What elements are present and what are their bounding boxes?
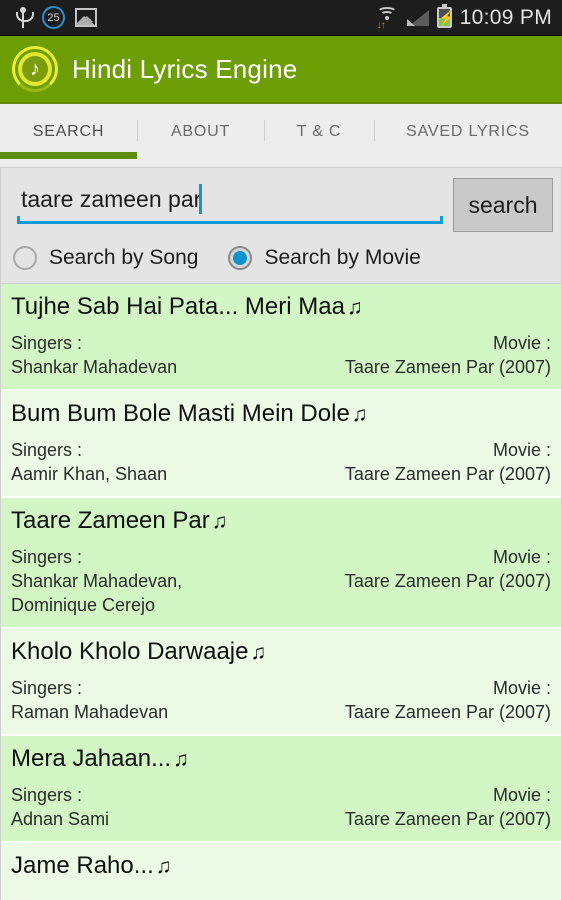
- search-input-underline: [17, 216, 443, 224]
- song-title-text: Jame Raho...: [11, 852, 154, 879]
- radio-song-label: Search by Song: [49, 245, 199, 269]
- app-header: ♪ Hindi Lyrics Engine: [0, 36, 562, 104]
- music-note-icon: ♫: [250, 641, 267, 664]
- tab-saved-lyrics[interactable]: SAVED LYRICS: [374, 104, 562, 167]
- music-note-icon: ♫: [351, 403, 368, 426]
- movie-value: Taare Zameen Par (2007): [344, 702, 551, 722]
- image-icon: [75, 8, 97, 27]
- singers-label: Singers :: [11, 678, 83, 698]
- search-input[interactable]: [13, 180, 443, 221]
- result-meta: Singers : Adnan Sami Movie : Taare Zamee…: [11, 783, 551, 831]
- movie-block: Movie : Taare Zameen Par (2007): [345, 438, 551, 486]
- list-item[interactable]: Taare Zameen Par♫ Singers : Shankar Maha…: [1, 498, 561, 629]
- notification-count-badge: 25: [42, 6, 65, 29]
- radio-search-by-movie[interactable]: Search by Movie: [228, 245, 421, 270]
- tab-terms-conditions[interactable]: T & C: [264, 104, 374, 167]
- song-title-text: Tujhe Sab Hai Pata... Meri Maa: [11, 293, 345, 320]
- charging-bolt-icon: ⚡: [438, 10, 455, 25]
- status-bar-left: 25: [14, 6, 97, 29]
- radio-movie-label: Search by Movie: [264, 245, 421, 269]
- singers-value: Raman Mahadevan: [11, 702, 169, 722]
- singers-block: Singers : Shankar Mahadevan, Dominique C…: [11, 545, 182, 617]
- wifi-icon: ↓↑: [375, 6, 399, 31]
- movie-block: Movie : Taare Zameen Par (2007): [345, 783, 551, 831]
- singers-block: Singers : Aamir Khan, Shaan: [11, 438, 167, 486]
- list-item[interactable]: Jame Raho...♫: [1, 843, 561, 900]
- singers-value: Aamir Khan, Shaan: [11, 464, 168, 484]
- list-item[interactable]: Mera Jahaan...♫ Singers : Adnan Sami Mov…: [1, 736, 561, 843]
- movie-value: Taare Zameen Par (2007): [344, 357, 551, 377]
- movie-value: Taare Zameen Par (2007): [344, 809, 551, 829]
- song-title-text: Mera Jahaan...: [11, 745, 172, 772]
- result-meta: Singers : Raman Mahadevan Movie : Taare …: [11, 676, 551, 724]
- music-note-icon: ♫: [346, 296, 363, 319]
- music-note-logo-icon: ♪: [12, 46, 58, 92]
- song-title-text: Bum Bum Bole Masti Mein Dole: [11, 400, 350, 427]
- song-title-text: Taare Zameen Par: [11, 507, 210, 534]
- list-item[interactable]: Kholo Kholo Darwaaje♫ Singers : Raman Ma…: [1, 629, 561, 736]
- singers-label: Singers :: [11, 440, 83, 460]
- search-row: search: [9, 176, 553, 232]
- singers-value-line2: Dominique Cerejo: [11, 595, 156, 615]
- radio-movie-indicator[interactable]: [228, 245, 253, 270]
- movie-label: Movie :: [492, 440, 551, 460]
- singers-block: Singers : Raman Mahadevan: [11, 676, 168, 724]
- singers-block: Singers : Adnan Sami: [11, 783, 109, 831]
- song-title: Tujhe Sab Hai Pata... Meri Maa♫: [11, 292, 551, 323]
- search-results-list: Tujhe Sab Hai Pata... Meri Maa♫ Singers …: [0, 284, 562, 900]
- movie-value: Taare Zameen Par (2007): [344, 464, 551, 484]
- text-caret: [199, 184, 202, 214]
- movie-label: Movie :: [492, 547, 551, 567]
- list-item[interactable]: Tujhe Sab Hai Pata... Meri Maa♫ Singers …: [1, 284, 561, 391]
- singers-label: Singers :: [11, 333, 83, 353]
- app-title: Hindi Lyrics Engine: [72, 53, 298, 84]
- movie-label: Movie :: [492, 785, 551, 805]
- song-title: Bum Bum Bole Masti Mein Dole♫: [11, 399, 551, 430]
- singers-value: Shankar Mahadevan: [11, 357, 178, 377]
- radio-search-by-song[interactable]: Search by Song: [13, 245, 199, 270]
- usb-icon: [14, 6, 34, 29]
- music-note-icon: ♫: [211, 510, 228, 533]
- song-title: Taare Zameen Par♫: [11, 506, 551, 537]
- music-note-icon: ♫: [155, 855, 172, 878]
- singers-block: Singers : Shankar Mahadevan: [11, 331, 177, 379]
- singers-label: Singers :: [11, 785, 83, 805]
- status-bar-clock: 10:09 PM: [459, 5, 552, 29]
- tab-bar: SEARCH ABOUT T & C SAVED LYRICS: [0, 104, 562, 168]
- active-tab-indicator: [0, 152, 137, 159]
- signal-bars-icon: [406, 9, 429, 26]
- movie-label: Movie :: [492, 678, 551, 698]
- radio-song-indicator[interactable]: [13, 245, 37, 270]
- song-title: Kholo Kholo Darwaaje♫: [11, 637, 551, 668]
- search-panel: search: [0, 168, 562, 232]
- movie-block: Movie : Taare Zameen Par (2007): [345, 331, 551, 379]
- status-bar-right: ↓↑ ⚡ 10:09 PM: [375, 4, 552, 31]
- search-button[interactable]: search: [453, 178, 553, 232]
- singers-value: Shankar Mahadevan,: [11, 571, 183, 591]
- movie-block: Movie : Taare Zameen Par (2007): [345, 676, 551, 724]
- status-bar: 25 ↓↑ ⚡ 10:09 PM: [0, 0, 562, 36]
- song-title-text: Kholo Kholo Darwaaje: [11, 638, 249, 665]
- movie-value: Taare Zameen Par (2007): [344, 571, 551, 591]
- list-item[interactable]: Bum Bum Bole Masti Mein Dole♫ Singers : …: [1, 391, 561, 498]
- search-mode-group: Search by Song Search by Movie: [0, 232, 562, 284]
- wifi-transfer-arrows-icon: ↓↑: [376, 19, 386, 31]
- song-title: Mera Jahaan...♫: [11, 744, 551, 775]
- tab-about[interactable]: ABOUT: [137, 104, 264, 167]
- song-title: Jame Raho...♫: [11, 851, 551, 882]
- result-meta: Singers : Aamir Khan, Shaan Movie : Taar…: [11, 438, 551, 486]
- search-field-wrapper: [9, 176, 443, 224]
- result-meta: Singers : Shankar Mahadevan, Dominique C…: [11, 545, 551, 617]
- music-note-icon: ♫: [173, 748, 189, 771]
- logo-note-glyph: ♪: [30, 58, 40, 80]
- movie-block: Movie : Taare Zameen Par (2007): [345, 545, 551, 593]
- battery-charging-icon: ⚡: [436, 4, 455, 28]
- singers-value: Adnan Sami: [11, 809, 110, 829]
- result-meta: Singers : Shankar Mahadevan Movie : Taar…: [11, 331, 551, 379]
- movie-label: Movie :: [492, 333, 551, 353]
- singers-label: Singers :: [11, 547, 83, 567]
